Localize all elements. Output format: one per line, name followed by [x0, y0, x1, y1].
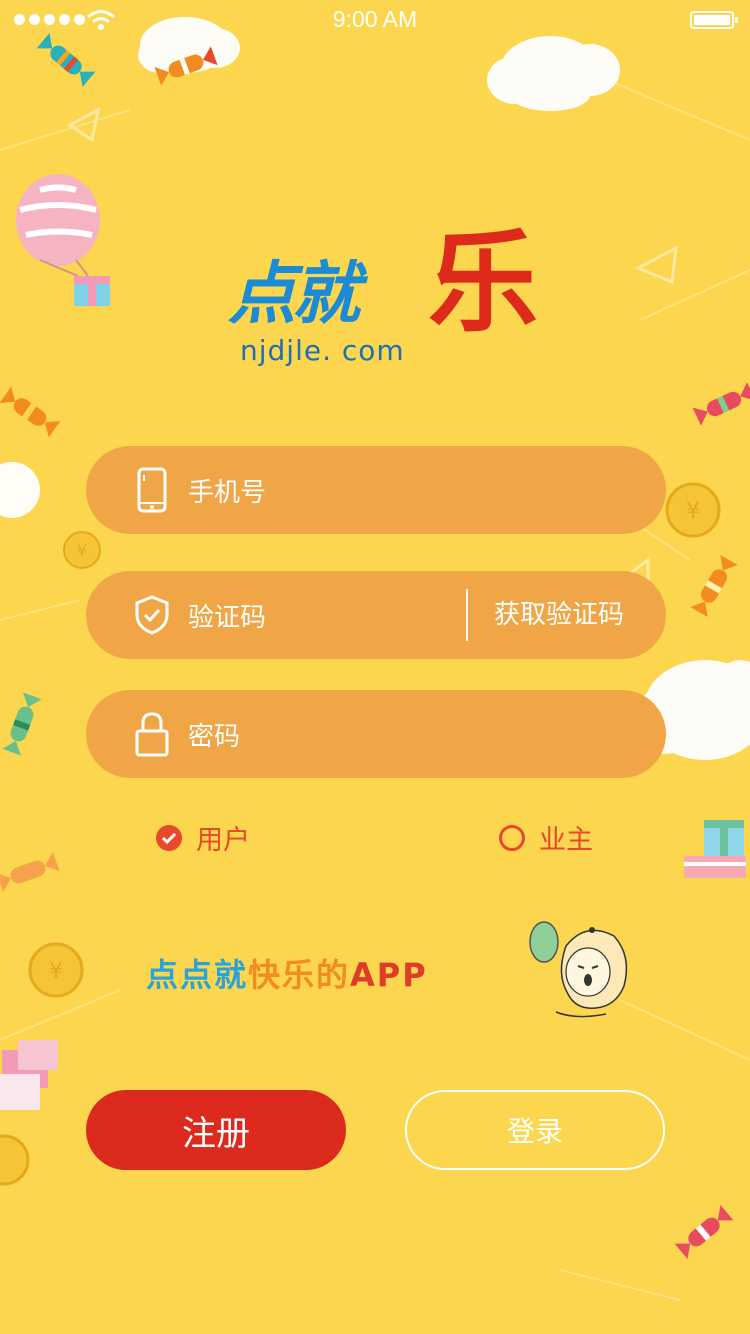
- app-logo: 点就 乐 njdjle. com: [228, 228, 578, 378]
- verification-code-placeholder: 验证码: [188, 602, 267, 633]
- svg-text:¥: ¥: [49, 959, 63, 984]
- password-placeholder: 密码: [188, 721, 241, 752]
- register-button[interactable]: 注册: [86, 1090, 346, 1170]
- phone-field[interactable]: 手机号: [86, 446, 666, 534]
- logo-name: 点就: [228, 254, 360, 334]
- slogan-part: 点点就: [146, 956, 249, 994]
- password-field[interactable]: 密码: [86, 690, 666, 778]
- field-divider: [466, 589, 468, 641]
- slogan: 点点就快乐的APP: [146, 950, 428, 996]
- balloon-icon: [16, 174, 110, 306]
- role-label: 用户: [196, 825, 250, 856]
- get-code-button[interactable]: 获取验证码: [494, 571, 624, 659]
- radio-checked-icon[interactable]: [156, 824, 182, 851]
- battery-icon: [690, 11, 738, 29]
- logo-accent: 乐: [428, 218, 538, 347]
- radio-unchecked-icon[interactable]: [499, 824, 525, 851]
- phone-icon: [134, 466, 170, 514]
- role-label: 业主: [539, 825, 593, 856]
- slogan-part: APP: [350, 956, 428, 994]
- mascot-illustration: [529, 921, 628, 1018]
- login-button[interactable]: 登录: [405, 1090, 665, 1170]
- status-bar: 9:00 AM: [0, 0, 750, 40]
- role-option-user[interactable]: 用户: [156, 818, 250, 857]
- logo-domain: njdjle. com: [240, 334, 405, 367]
- verification-code-field[interactable]: 验证码 获取验证码: [86, 571, 666, 659]
- status-time: 9:00 AM: [332, 6, 418, 32]
- svg-text:¥: ¥: [77, 541, 87, 560]
- svg-text:¥: ¥: [686, 499, 700, 524]
- lock-icon: [134, 710, 170, 758]
- phone-placeholder: 手机号: [188, 477, 267, 508]
- shield-icon: [134, 591, 170, 639]
- slogan-part: 快乐的: [248, 956, 351, 994]
- role-option-owner[interactable]: 业主: [499, 818, 593, 857]
